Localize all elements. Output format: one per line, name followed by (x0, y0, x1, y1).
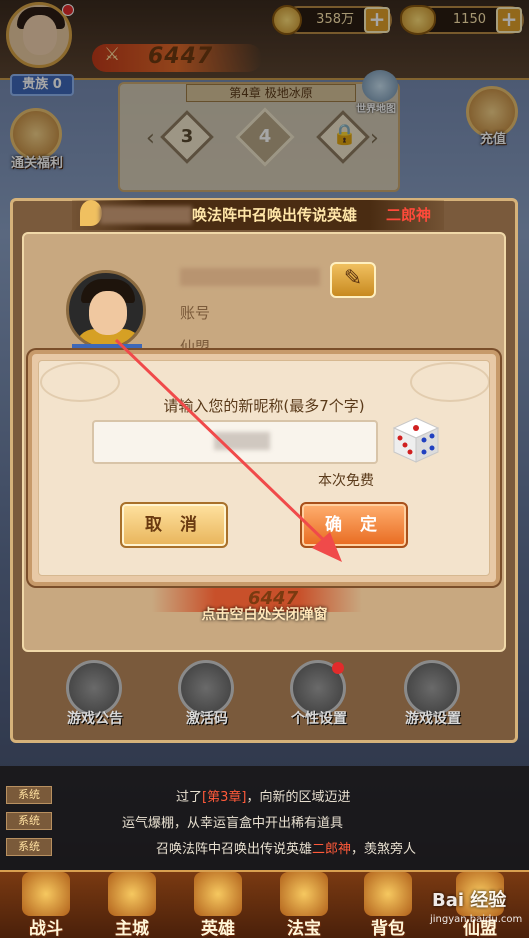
chat-highlight: [第3章] (202, 790, 247, 805)
random-dice-icon[interactable] (390, 414, 442, 466)
watermark-url: jingyan.baidu.com (430, 914, 523, 925)
hero-icon[interactable] (194, 872, 242, 916)
blurred-input-text (214, 432, 270, 450)
confirm-button[interactable]: 确 定 (300, 502, 408, 548)
redeem-code-label: 激活码 (186, 711, 228, 727)
bag-icon[interactable] (364, 872, 412, 916)
system-tag: 系统 (6, 786, 52, 804)
free-rename-text: 本次免费 (318, 473, 374, 489)
nav-city[interactable]: 主城 (102, 914, 162, 938)
personalize-label: 个性设置 (291, 711, 347, 727)
banner-hero-name: 二郎神 (386, 206, 432, 224)
nav-battle[interactable]: 战斗 (16, 914, 76, 938)
chat-line: 召唤法阵中召唤出传说英雄二郎神，羡煞旁人 (156, 838, 416, 857)
banner-text: 唤法阵中召唤出传说英雄 (192, 206, 358, 224)
avatar-face (89, 291, 127, 335)
treasure-icon[interactable] (280, 872, 328, 916)
watermark: Bai 经验 (432, 890, 507, 911)
rename-prompt: 请输入您的新昵称(最多7个字) (163, 397, 365, 415)
chat-line: 运气爆棚，从幸运盲盒中开出稀有道具 (122, 812, 343, 831)
chat-text: 运气爆棚，从幸运盲盒中开出稀有道具 (122, 816, 344, 831)
chat-text: 召唤法阵中召唤出传说英雄 (156, 842, 313, 857)
chat-line: 过了[第3章]，向新的区域迈进 (176, 786, 350, 805)
system-tag: 系统 (6, 812, 52, 830)
account-label: 账号 (180, 304, 211, 322)
city-icon[interactable] (108, 872, 156, 916)
chat-text: 过了 (176, 790, 203, 805)
chat-highlight: 二郎神 (312, 842, 352, 857)
nav-bag[interactable]: 背包 (358, 914, 418, 938)
blurred-player-name (100, 206, 192, 224)
close-hint: 点击空白处关闭弹窗 (201, 607, 328, 623)
notification-dot (332, 662, 344, 674)
game-settings-label: 游戏设置 (405, 711, 461, 727)
system-tag: 系统 (6, 838, 52, 856)
nav-hero[interactable]: 英雄 (188, 914, 248, 938)
announcement-label: 游戏公告 (67, 711, 123, 727)
nav-treasure[interactable]: 法宝 (274, 914, 334, 938)
edit-name-button[interactable]: ✎ (330, 262, 376, 298)
scroll-icon (80, 200, 102, 226)
cancel-button[interactable]: 取 消 (120, 502, 228, 548)
battle-icon[interactable] (22, 872, 70, 916)
edit-icon: ✎ (343, 266, 363, 291)
profile-avatar[interactable] (66, 270, 146, 350)
chat-text: ，向新的区域迈进 (246, 790, 351, 805)
blurred-nickname (180, 268, 320, 286)
chat-text: ，羡煞旁人 (351, 842, 417, 857)
